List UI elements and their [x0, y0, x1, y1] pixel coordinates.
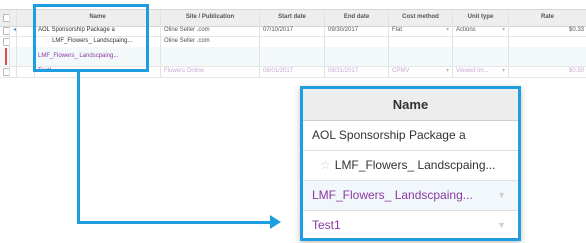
- expand-icon[interactable]: ◀: [10, 25, 17, 36]
- cell-rate: $0.33: [568, 27, 584, 33]
- cell-end-date: 08/31/2017: [325, 66, 389, 77]
- select-all-checkbox[interactable]: [3, 14, 9, 22]
- chevron-down-icon: ▾: [445, 27, 449, 33]
- zoom-row-label: Test1: [312, 218, 341, 232]
- row-checkbox[interactable]: [3, 68, 9, 76]
- zoom-row[interactable]: Test1 ▼: [303, 211, 518, 238]
- chevron-down-icon: ▾: [501, 27, 505, 33]
- cell-site: Oline Seller .com: [161, 25, 260, 36]
- zoom-row-label: LMF_Flowers_ Landscpaing...: [312, 188, 473, 202]
- zoom-row[interactable]: ☆ LMF_Flowers_ Landscpaing...: [303, 151, 518, 181]
- row-spacer: [10, 66, 17, 77]
- row-checkbox-cell: [0, 66, 10, 77]
- column-header-start-date[interactable]: Start date: [260, 10, 325, 26]
- cell-rate: $0.50: [568, 68, 584, 74]
- row-checkbox-cell: [0, 36, 10, 47]
- cell-unit-type: [453, 47, 509, 66]
- chevron-down-icon: ▾: [445, 68, 449, 74]
- unit-type-value: Viewed im...: [456, 68, 489, 74]
- column-header-site[interactable]: Site / Publication: [161, 10, 260, 26]
- cell-site: [161, 47, 260, 66]
- row-spacer: [10, 36, 17, 47]
- cell-end-date: [325, 36, 389, 47]
- cost-method-value: Flat: [392, 27, 403, 33]
- chevron-down-icon: ▼: [497, 220, 506, 230]
- cell-rate: [509, 47, 586, 66]
- zoomed-name-column: Name AOL Sponsorship Package a ☆ LMF_Flow…: [300, 86, 521, 241]
- header-spacer: [10, 10, 17, 26]
- column-header-unit-type[interactable]: Unit type: [453, 10, 509, 26]
- cell-cost-method[interactable]: CPMV ▾: [389, 66, 453, 77]
- callout-connector-horizontal: [77, 221, 272, 224]
- selected-row-indicator: [5, 48, 7, 65]
- row-checkbox[interactable]: [3, 27, 9, 35]
- cell-cost-method: [389, 36, 453, 47]
- highlight-box: [33, 4, 149, 72]
- column-header-cost-method[interactable]: Cost method: [389, 10, 453, 26]
- cell-cost-method: [389, 47, 453, 66]
- zoom-row[interactable]: AOL Sponsorship Package a: [303, 121, 518, 151]
- cell-start-date: [260, 47, 325, 66]
- cell-site: Flowers Online: [161, 66, 260, 77]
- chevron-down-icon: ▼: [497, 190, 506, 200]
- cost-method-value: CPMV: [392, 68, 410, 74]
- row-spacer: [10, 47, 17, 66]
- chevron-down-icon: ▾: [501, 68, 505, 74]
- cell-start-date: 08/01/2017: [260, 66, 325, 77]
- cell-end-date: 09/30/2017: [325, 25, 389, 36]
- row-checkbox-cell: [0, 25, 10, 36]
- star-icon: ☆: [320, 158, 331, 172]
- row-checkbox[interactable]: [3, 38, 9, 46]
- cell-start-date: [260, 36, 325, 47]
- callout-connector-vertical: [77, 72, 80, 224]
- cell-cost-method[interactable]: Flat ▾: [389, 25, 453, 36]
- cell-unit-type[interactable]: Viewed im... ▾: [453, 66, 509, 77]
- column-header-end-date[interactable]: End date: [325, 10, 389, 26]
- header-checkbox-cell: [0, 10, 10, 26]
- zoom-row-selected[interactable]: LMF_Flowers_ Landscpaing... ▼: [303, 181, 518, 211]
- column-header-rate[interactable]: Rate: [509, 10, 586, 26]
- cell-site: Oline Seller .com: [161, 36, 260, 47]
- zoom-column-header[interactable]: Name: [303, 89, 518, 121]
- cell-start-date: 07/10/2017: [260, 25, 325, 36]
- zoom-row-label: LMF_Flowers_ Landscpaing...: [334, 158, 496, 172]
- cell-unit-type[interactable]: Actions ▾: [453, 25, 509, 36]
- zoom-row-label: AOL Sponsorship Package a: [312, 128, 466, 142]
- unit-type-value: Actions: [456, 27, 476, 33]
- cell-unit-type: [453, 36, 509, 47]
- callout-arrow-icon: [270, 215, 281, 229]
- cell-end-date: [325, 47, 389, 66]
- cell-rate: [509, 36, 586, 47]
